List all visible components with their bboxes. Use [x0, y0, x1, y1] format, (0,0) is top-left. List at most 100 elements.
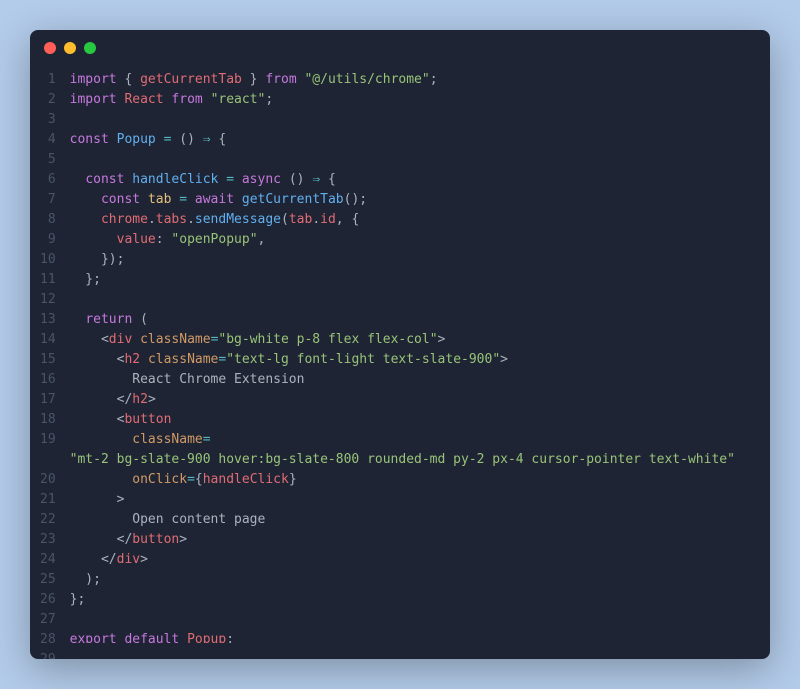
token-pun	[70, 312, 86, 327]
code-line[interactable]: className=	[70, 430, 754, 450]
token-id: getCurrentTab	[140, 72, 242, 87]
token-pun: >	[500, 352, 508, 367]
code-line[interactable]: <h2 className="text-lg font-light text-s…	[70, 350, 754, 370]
token-pun: <	[70, 332, 109, 347]
code-line[interactable]: );	[70, 570, 754, 590]
code-line[interactable]	[70, 290, 754, 310]
code-content[interactable]: import { getCurrentTab } from "@/utils/c…	[70, 70, 754, 643]
close-icon[interactable]	[44, 42, 56, 54]
token-pun: >	[140, 552, 148, 567]
line-number: 14	[40, 330, 56, 350]
line-number: 25	[40, 570, 56, 590]
token-pun	[132, 332, 140, 347]
code-line[interactable]	[70, 150, 754, 170]
token-kw: async	[242, 172, 281, 187]
token-pun: >	[438, 332, 446, 347]
code-line[interactable]: </h2>	[70, 390, 754, 410]
token-pun: (	[132, 312, 148, 327]
code-line[interactable]: onClick={handleClick}	[70, 470, 754, 490]
token-id: h2	[124, 352, 140, 367]
code-line[interactable]: value: "openPopup",	[70, 230, 754, 250]
token-pun	[109, 132, 117, 147]
token-pun	[179, 632, 187, 643]
token-kw: export	[70, 632, 117, 643]
token-txt: React Chrome Extension	[70, 372, 305, 387]
line-number: 1	[40, 70, 56, 90]
code-line[interactable]: chrome.tabs.sendMessage(tab.id, {	[70, 210, 754, 230]
token-id: React	[124, 92, 163, 107]
line-number: 24	[40, 550, 56, 570]
token-op: ⇒	[312, 172, 320, 187]
code-line[interactable]: <button	[70, 410, 754, 430]
line-number: 2	[40, 90, 56, 110]
token-id: button	[124, 412, 171, 427]
token-pun: {	[211, 132, 227, 147]
code-line[interactable]: import React from "react";	[70, 90, 754, 110]
line-number: 11	[40, 270, 56, 290]
token-pun: </	[70, 552, 117, 567]
code-editor[interactable]: 1234567891011121314151617181920212223242…	[30, 66, 770, 659]
code-line[interactable]: const handleClick = async () ⇒ {	[70, 170, 754, 190]
token-fn: sendMessage	[195, 212, 281, 227]
code-line[interactable]: import { getCurrentTab } from "@/utils/c…	[70, 70, 754, 90]
maximize-icon[interactable]	[84, 42, 96, 54]
line-number: 19	[40, 430, 56, 450]
code-line[interactable]: Open content page	[70, 510, 754, 530]
token-def: tab	[148, 192, 171, 207]
token-pun: ()	[171, 132, 202, 147]
code-line[interactable]: </div>	[70, 550, 754, 570]
code-line[interactable]: "mt-2 bg-slate-900 hover:bg-slate-800 ro…	[70, 450, 754, 470]
token-id: h2	[132, 392, 148, 407]
code-line[interactable]: };	[70, 270, 754, 290]
token-pun: });	[70, 252, 125, 267]
line-number: 6	[40, 170, 56, 190]
token-op: =	[187, 472, 195, 487]
token-kw: from	[265, 72, 296, 87]
line-number: 7	[40, 190, 56, 210]
token-pun: .	[312, 212, 320, 227]
token-pun	[140, 192, 148, 207]
token-pun	[140, 352, 148, 367]
token-prop: id	[320, 212, 336, 227]
token-pun	[187, 192, 195, 207]
token-id: div	[117, 552, 140, 567]
token-str: "text-lg font-light text-slate-900"	[226, 352, 500, 367]
line-number: 23	[40, 530, 56, 550]
token-fn: Popup	[117, 132, 156, 147]
token-pun: :	[156, 232, 172, 247]
line-number: 15	[40, 350, 56, 370]
token-attr: className	[132, 432, 202, 447]
code-line[interactable]	[70, 610, 754, 630]
token-fn: handleClick	[132, 172, 218, 187]
token-attr: onClick	[132, 472, 187, 487]
token-kw: from	[171, 92, 202, 107]
code-line[interactable]: >	[70, 490, 754, 510]
line-number: 29	[40, 650, 56, 659]
line-number: 8	[40, 210, 56, 230]
line-number: 10	[40, 250, 56, 270]
line-number: 4	[40, 130, 56, 150]
code-line[interactable]: };	[70, 590, 754, 610]
minimize-icon[interactable]	[64, 42, 76, 54]
code-line[interactable]: const tab = await getCurrentTab();	[70, 190, 754, 210]
token-pun: {	[320, 172, 336, 187]
token-pun	[70, 212, 101, 227]
code-line[interactable]: const Popup = () ⇒ {	[70, 130, 754, 150]
line-number: 5	[40, 150, 56, 170]
token-pun	[203, 92, 211, 107]
token-pun	[70, 472, 133, 487]
token-pun: ;	[265, 92, 273, 107]
token-kw: await	[195, 192, 234, 207]
code-line[interactable]	[70, 110, 754, 130]
code-line[interactable]: return (	[70, 310, 754, 330]
token-kw: import	[70, 72, 117, 87]
token-pun: ();	[344, 192, 367, 207]
code-line[interactable]: React Chrome Extension	[70, 370, 754, 390]
token-pun: >	[70, 492, 125, 507]
line-number: 26	[40, 590, 56, 610]
code-line[interactable]: </button>	[70, 530, 754, 550]
token-pun	[70, 172, 86, 187]
code-line[interactable]: export default Popup;	[70, 630, 754, 643]
code-line[interactable]: <div className="bg-white p-8 flex flex-c…	[70, 330, 754, 350]
code-line[interactable]: });	[70, 250, 754, 270]
